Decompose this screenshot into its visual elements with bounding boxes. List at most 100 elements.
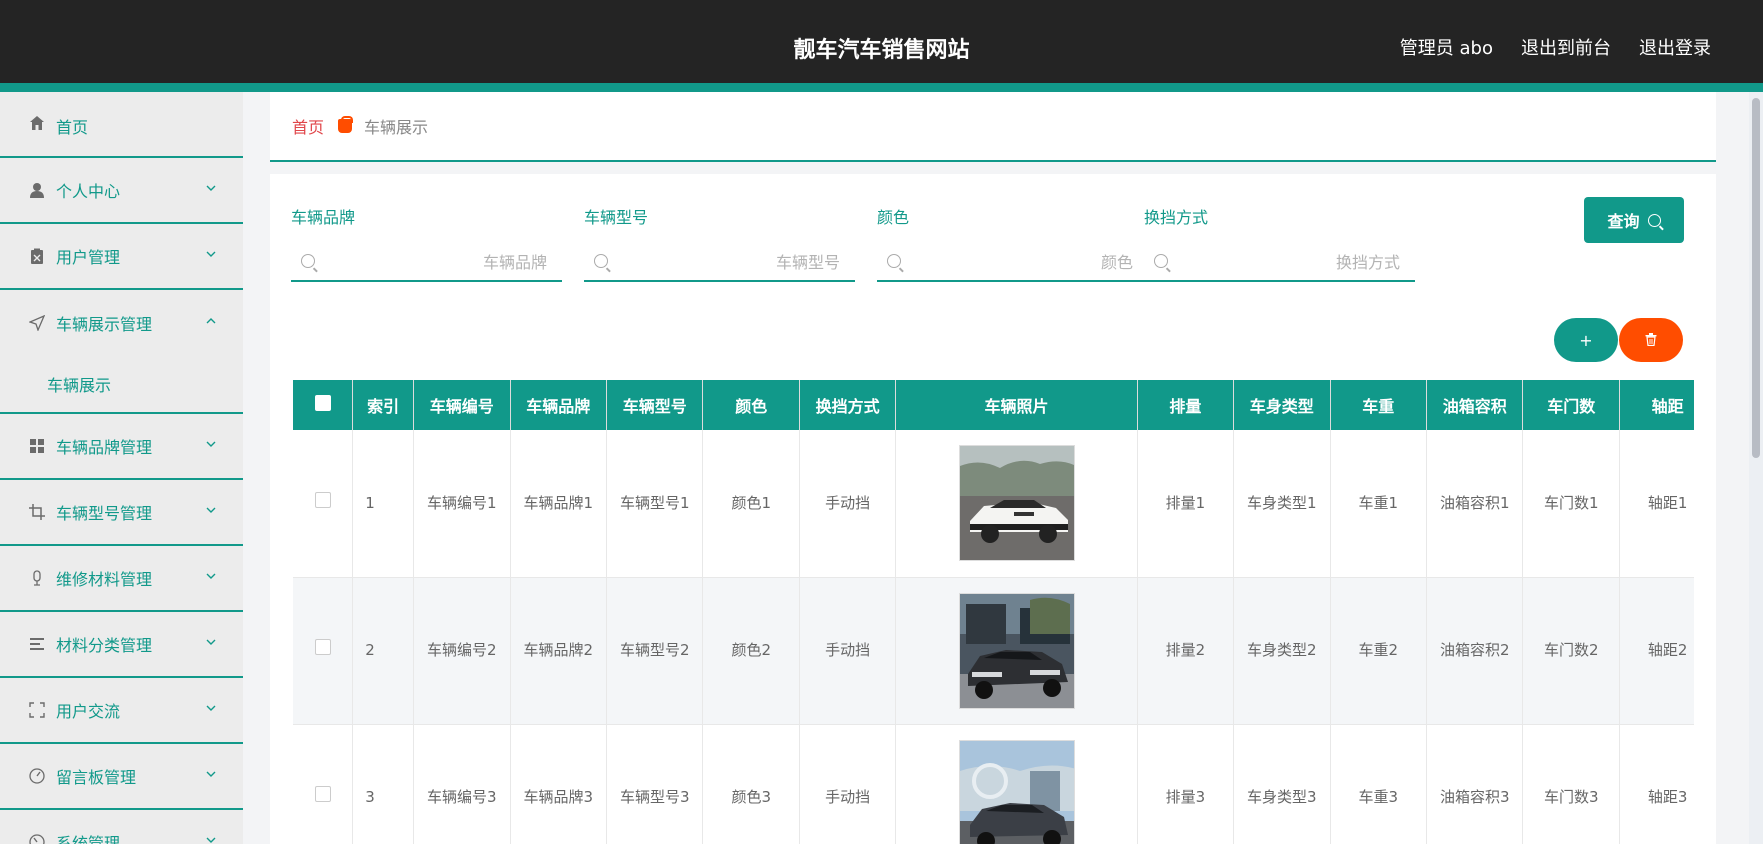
brand-cell: 车辆品牌3: [510, 724, 608, 844]
back-to-front-link[interactable]: 退出到前台: [1521, 34, 1611, 60]
chevron-down-icon: [205, 636, 219, 650]
code-cell: 车辆编号1: [413, 430, 511, 578]
column-header: 轴距: [1619, 380, 1694, 430]
body-type-cell: 车身类型1: [1233, 430, 1331, 578]
table-row[interactable]: 3 车辆编号3 车辆品牌3 车辆型号3 颜色3 手动挡 排量3 车身类型3 车重…: [293, 724, 1694, 844]
color-search-field: 颜色: [877, 204, 1148, 282]
delete-button[interactable]: [1619, 318, 1683, 362]
sidebar-item-label: 用户管理: [56, 248, 121, 267]
sidebar-item-model-management[interactable]: 车辆型号管理: [0, 480, 243, 546]
sidebar-item-brand-management[interactable]: 车辆品牌管理: [0, 414, 243, 480]
brand-search-input[interactable]: [331, 244, 547, 280]
brand-cell: 车辆品牌1: [510, 430, 608, 578]
chevron-up-icon: [205, 315, 219, 329]
scrollbar-thumb[interactable]: [1752, 98, 1760, 458]
search-icon: [1647, 213, 1661, 227]
chevron-down-icon: [205, 768, 219, 782]
chevron-down-icon: [205, 182, 219, 196]
column-header: 车身类型: [1233, 380, 1331, 430]
sidebar-item-label: 车辆展示管理: [56, 315, 153, 334]
index-cell: 3: [352, 724, 415, 844]
sidebar-item-vehicle-display-management[interactable]: 车辆展示管理: [0, 290, 243, 356]
column-header: 车辆型号: [606, 380, 704, 430]
vertical-scrollbar[interactable]: [1749, 92, 1763, 844]
query-button[interactable]: 查询: [1584, 197, 1684, 243]
tank-cell: 油箱容积3: [1426, 724, 1524, 844]
navigation-icon: [28, 314, 46, 332]
photo-cell: [895, 724, 1138, 844]
chevron-down-icon: [205, 834, 219, 844]
sidebar-item-label: 车辆品牌管理: [56, 438, 153, 457]
sidebar-item-material-category-management[interactable]: 材料分类管理: [0, 612, 243, 678]
sidebar-item-user-management[interactable]: 用户管理: [0, 224, 243, 290]
sidebar-item-label: 材料分类管理: [56, 636, 153, 655]
gear-search-input[interactable]: [1184, 244, 1400, 280]
model-cell: 车辆型号3: [606, 724, 704, 844]
gear-search-box: [1144, 244, 1415, 282]
weight-cell: 车重1: [1330, 430, 1428, 578]
color-search-input[interactable]: [917, 244, 1133, 280]
clipboard-icon: [28, 247, 46, 265]
gear-cell: 手动挡: [799, 577, 897, 725]
index-cell: 1: [352, 430, 415, 578]
sidebar-item-personal-center[interactable]: 个人中心: [0, 158, 243, 224]
microphone-icon: [28, 569, 46, 587]
photo-cell: [895, 430, 1138, 578]
query-button-label: 查询: [1607, 212, 1640, 231]
column-header: 车辆编号: [413, 380, 511, 430]
sidebar-item-label: 首页: [56, 118, 89, 137]
breadcrumb-current: 车辆展示: [364, 118, 429, 137]
model-search-label: 车辆型号: [584, 208, 649, 227]
vehicle-table: 索引 车辆编号 车辆品牌 车辆型号 颜色 换挡方式 车辆照片 排量 车身类型 车…: [293, 380, 1694, 844]
sidebar-item-home[interactable]: 首页: [0, 92, 243, 158]
gear-cell: 手动挡: [799, 430, 897, 578]
tank-cell: 油箱容积1: [1426, 430, 1524, 578]
table-row[interactable]: 1 车辆编号1 车辆品牌1 车辆型号1 颜色1 手动挡 排量1 车身类型1 车重…: [293, 430, 1694, 578]
vehicle-photo[interactable]: [958, 445, 1075, 562]
displacement-cell: 排量3: [1137, 724, 1235, 844]
select-all-header[interactable]: [293, 380, 354, 430]
chevron-down-icon: [205, 570, 219, 584]
bag-icon: [338, 116, 354, 133]
doors-cell: 车门数2: [1522, 577, 1620, 725]
column-header: 排量: [1137, 380, 1235, 430]
sidebar-item-label: 维修材料管理: [56, 570, 153, 589]
sidebar-subitem-vehicle-display[interactable]: 车辆展示: [0, 356, 243, 414]
sidebar-item-user-communication[interactable]: 用户交流: [0, 678, 243, 744]
sidebar-item-message-board-management[interactable]: 留言板管理: [0, 744, 243, 810]
table-row[interactable]: 2 车辆编号2 车辆品牌2 车辆型号2 颜色2 手动挡 排量2 车身类型2 车重…: [293, 577, 1694, 725]
color-search-box: [877, 244, 1148, 282]
sidebar-item-system-management[interactable]: 系统管理: [0, 810, 243, 844]
chevron-down-icon: [205, 248, 219, 262]
crop-icon: [28, 503, 46, 521]
column-header: 换挡方式: [799, 380, 897, 430]
row-checkbox-cell[interactable]: [293, 724, 354, 844]
sidebar-item-label: 个人中心: [56, 182, 121, 201]
vehicle-table-wrapper: 索引 车辆编号 车辆品牌 车辆型号 颜色 换挡方式 车辆照片 排量 车身类型 车…: [293, 380, 1694, 844]
sidebar-item-label: 留言板管理: [56, 768, 137, 787]
menu-icon: [28, 635, 46, 653]
row-checkbox[interactable]: [314, 639, 331, 655]
row-checkbox[interactable]: [314, 786, 331, 802]
weight-cell: 车重3: [1330, 724, 1428, 844]
dashboard-icon: [28, 833, 46, 844]
index-cell: 2: [352, 577, 415, 725]
sidebar-item-repair-material-management[interactable]: 维修材料管理: [0, 546, 243, 612]
row-checkbox-cell[interactable]: [293, 430, 354, 578]
select-all-checkbox[interactable]: [314, 395, 331, 411]
vehicle-photo[interactable]: [958, 592, 1075, 709]
chevron-down-icon: [205, 504, 219, 518]
brand-search-label: 车辆品牌: [291, 208, 356, 227]
logout-link[interactable]: 退出登录: [1639, 34, 1711, 60]
breadcrumb: 首页 车辆展示: [270, 92, 1716, 162]
model-search-input[interactable]: [624, 244, 840, 280]
row-checkbox-cell[interactable]: [293, 577, 354, 725]
vehicle-photo[interactable]: [958, 739, 1075, 844]
breadcrumb-home-link[interactable]: 首页: [292, 114, 324, 138]
speedometer-icon: [28, 767, 46, 785]
row-checkbox[interactable]: [314, 491, 331, 508]
add-button[interactable]: +: [1554, 318, 1618, 362]
brand-search-box: [291, 244, 562, 282]
column-header: 车重: [1330, 380, 1428, 430]
photo-cell: [895, 577, 1138, 725]
